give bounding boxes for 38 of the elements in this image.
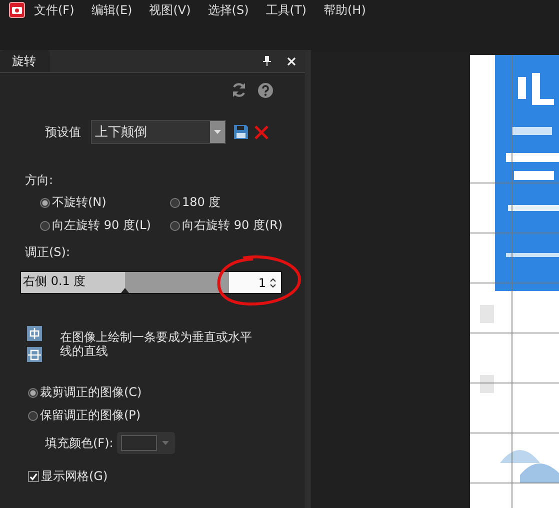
crop-radio[interactable]: 裁剪调正的图像(C) xyxy=(28,384,305,401)
save-icon[interactable] xyxy=(233,124,249,140)
vertical-line-tool-icon[interactable] xyxy=(27,326,42,341)
fill-color-picker[interactable] xyxy=(117,432,176,454)
slider-thumb[interactable] xyxy=(121,288,129,293)
menu-item[interactable]: 视图(V) xyxy=(149,2,191,18)
straighten-label: 调正(S): xyxy=(25,244,72,261)
show-grid-checkbox[interactable]: 显示网格(G) xyxy=(28,468,108,485)
direction-radio[interactable]: 向右旋转 90 度(R) xyxy=(170,217,283,234)
preset-dropdown[interactable]: 上下颠倒 xyxy=(91,120,226,144)
direction-radio[interactable]: 向左旋转 90 度(L) xyxy=(40,217,151,234)
delete-icon[interactable] xyxy=(254,124,269,140)
horizontal-line-tool-icon[interactable] xyxy=(27,347,42,362)
preset-label: 预设值 xyxy=(45,124,81,140)
refresh-icon[interactable] xyxy=(231,82,247,98)
slider-value-label: 右侧 0.1 度 xyxy=(23,273,86,290)
crop-radio[interactable]: 保留调正的图像(P) xyxy=(28,407,305,424)
menu-item[interactable]: 编辑(E) xyxy=(91,2,132,18)
menu-item[interactable]: 文件(F) xyxy=(34,2,74,18)
spinner-arrows-icon[interactable] xyxy=(270,278,276,288)
fill-color-label: 填充颜色(F): xyxy=(45,434,114,452)
menu-item[interactable]: 选择(S) xyxy=(208,2,249,18)
pin-icon[interactable] xyxy=(263,56,271,66)
menu-item[interactable]: 工具(T) xyxy=(266,2,306,18)
direction-radio[interactable]: 180 度 xyxy=(170,194,221,211)
angle-spinbox[interactable]: 1 xyxy=(229,272,281,293)
panel-tab[interactable]: 旋转 xyxy=(0,50,50,72)
straighten-slider[interactable]: 右侧 0.1 度 xyxy=(21,272,229,293)
menu-item[interactable]: 帮助(H) xyxy=(323,2,366,18)
direction-radio[interactable]: 不旋转(N) xyxy=(40,194,106,211)
caret-icon xyxy=(162,441,170,445)
direction-label: 方向: xyxy=(25,172,54,189)
help-icon[interactable] xyxy=(258,82,273,98)
caret-icon xyxy=(214,130,221,134)
app-logo-icon xyxy=(9,2,25,18)
close-icon[interactable] xyxy=(287,56,296,66)
hint-text: 在图像上绘制一条要成为垂直或水平线的直线 xyxy=(60,330,253,360)
checkmark-icon xyxy=(29,472,38,482)
